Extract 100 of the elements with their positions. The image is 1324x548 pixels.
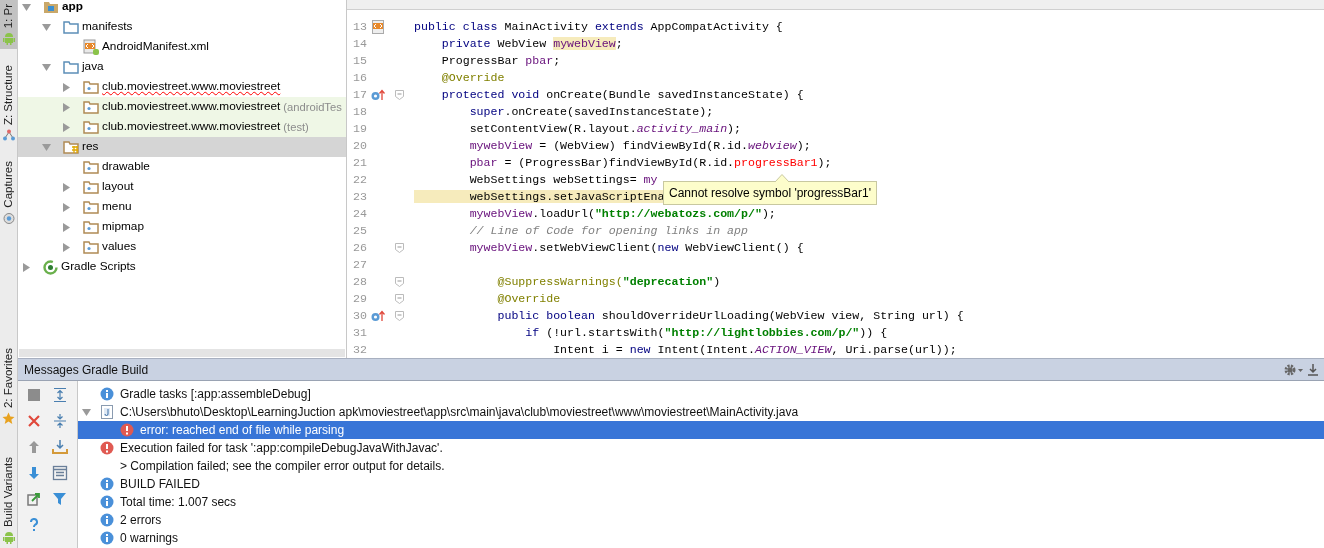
horizontal-scrollbar[interactable] xyxy=(19,349,345,357)
override-marker-icon[interactable] xyxy=(371,309,385,322)
line-number: 17 xyxy=(352,86,367,103)
tree-item[interactable]: values xyxy=(18,237,346,257)
gradle-icon xyxy=(43,259,58,275)
package-folder-icon xyxy=(83,120,99,134)
tree-item-label: menu xyxy=(102,198,132,216)
hide-panel-icon[interactable] xyxy=(1308,363,1318,376)
tree-item[interactable]: club.moviestreet.www.moviestreet (androidTes xyxy=(18,97,346,117)
tree-item[interactable]: Gradle Scripts xyxy=(18,257,346,277)
fold-marker-icon[interactable] xyxy=(394,310,404,321)
file-marker-icon[interactable] xyxy=(372,19,384,34)
message-text: 2 errors xyxy=(120,512,162,529)
code-line: if (!url.startsWith("http://lightlobbies.com/p/")) { xyxy=(524,324,888,341)
message-row[interactable]: Gradle tasks [:app:assembleDebug] xyxy=(78,385,1324,403)
package-folder-icon xyxy=(83,80,99,94)
java-file-icon xyxy=(101,405,113,419)
message-row[interactable]: error: reached end of file while parsing xyxy=(78,421,1324,439)
panel-title: Messages Gradle Build xyxy=(24,361,149,379)
tree-item[interactable]: AndroidManifest.xml xyxy=(18,37,346,57)
close-icon[interactable] xyxy=(26,413,42,429)
line-number: 19 xyxy=(352,120,367,137)
tooltip-pointer-icon xyxy=(775,174,789,182)
collapsed-arrow-icon[interactable] xyxy=(22,262,31,272)
export-icon[interactable] xyxy=(26,491,42,507)
tool-window-tab[interactable]: 2: Favorites xyxy=(0,343,17,429)
code-line: public class MainActivity extends AppCompatActivity { xyxy=(414,18,783,35)
message-text: > Compilation failed; see the compiler error output for details. xyxy=(120,458,445,475)
message-text: Gradle tasks [:app:assembleDebug] xyxy=(120,386,311,403)
line-number: 26 xyxy=(352,239,367,256)
line-number: 21 xyxy=(352,154,367,171)
tree-item-label: Gradle Scripts xyxy=(61,258,136,276)
expanded-arrow-icon[interactable] xyxy=(42,22,51,32)
message-row[interactable]: 0 warnings xyxy=(78,529,1324,547)
tool-window-tab[interactable]: 1: Pr xyxy=(0,0,17,50)
override-marker-icon[interactable] xyxy=(371,88,385,101)
line-number: 32 xyxy=(352,341,367,358)
error-icon xyxy=(120,423,134,437)
tree-item[interactable]: app xyxy=(18,0,346,17)
line-number: 29 xyxy=(352,290,367,307)
download-icon[interactable] xyxy=(52,439,68,455)
tree-item[interactable]: club.moviestreet.www.moviestreet (test) xyxy=(18,117,346,137)
tree-item-label: mipmap xyxy=(102,218,144,236)
package-folder-icon xyxy=(83,180,99,194)
line-number: 31 xyxy=(352,324,367,341)
tree-item-label: res xyxy=(82,138,99,156)
tree-item[interactable]: res xyxy=(18,137,346,157)
message-row[interactable]: Total time: 1.007 secs xyxy=(78,493,1324,511)
code-line: @Override xyxy=(496,290,561,307)
expanded-arrow-icon[interactable] xyxy=(42,142,51,152)
fold-marker-icon[interactable] xyxy=(394,293,404,304)
collapse-all-icon[interactable] xyxy=(52,413,68,429)
message-row[interactable]: BUILD FAILED xyxy=(78,475,1324,493)
tree-item[interactable]: layout xyxy=(18,177,346,197)
settings-icon[interactable] xyxy=(1284,363,1304,376)
line-number: 27 xyxy=(352,256,367,273)
expanded-arrow-icon[interactable] xyxy=(42,62,51,72)
message-text: C:\Users\bhuto\Desktop\LearningJuction apk\moviestreet\app\src\main\java\club\moviestreet\www\moviestreet\MainActivity.java xyxy=(120,404,799,421)
code-line: super.onCreate(savedInstanceState); xyxy=(468,103,714,120)
code-line: private WebView mywebView; xyxy=(440,35,623,52)
code-line: ProgressBar pbar; xyxy=(440,52,561,69)
fold-marker-icon[interactable] xyxy=(394,276,404,287)
tree-item-label: values xyxy=(102,238,137,256)
code-line: WebSettings webSettings= my xyxy=(468,171,658,188)
tree-item[interactable]: manifests xyxy=(18,17,346,37)
package-folder-icon xyxy=(83,240,99,254)
expanded-arrow-icon[interactable] xyxy=(82,407,91,417)
tree-item[interactable]: java xyxy=(18,57,346,77)
folder-icon xyxy=(63,60,79,74)
tree-item[interactable]: drawable xyxy=(18,157,346,177)
code-line: protected void onCreate(Bundle savedInstanceState) { xyxy=(440,86,804,103)
stop-icon[interactable] xyxy=(26,387,42,403)
expand-all-icon[interactable] xyxy=(52,387,68,403)
line-number: 13 xyxy=(352,18,367,35)
fold-marker-icon[interactable] xyxy=(394,242,404,253)
star-icon xyxy=(2,411,15,425)
tree-item-label: java xyxy=(82,58,104,76)
tool-window-tab[interactable]: Captures xyxy=(0,157,17,229)
tree-item[interactable]: club.moviestreet.www.moviestreet xyxy=(18,77,346,97)
tree-item-label: drawable xyxy=(102,158,150,176)
tool-window-tab[interactable]: Build Variants xyxy=(0,452,17,548)
line-number: 16 xyxy=(352,69,367,86)
tree-item[interactable]: mipmap xyxy=(18,217,346,237)
expanded-arrow-icon[interactable] xyxy=(22,2,31,12)
package-folder-icon xyxy=(83,220,99,234)
tree-item[interactable]: menu xyxy=(18,197,346,217)
message-row[interactable]: Execution failed for task ':app:compileDebugJavaWithJavac'. > Compilation failed; see the compiler error output for details. xyxy=(78,439,1324,475)
line-number: 23 xyxy=(352,188,367,205)
filter-icon[interactable] xyxy=(52,491,68,507)
captures-icon xyxy=(2,212,15,225)
panel-icon[interactable] xyxy=(52,465,68,481)
message-row[interactable]: 2 errors xyxy=(78,511,1324,529)
error-icon xyxy=(100,441,114,455)
tool-window-tab[interactable]: Z: Structure xyxy=(0,61,17,146)
message-text: 0 warnings xyxy=(120,530,179,547)
message-row[interactable]: C:\Users\bhuto\Desktop\LearningJuction apk\moviestreet\app\src\main\java\club\moviestreet\www\moviestreet\MainActivity.java xyxy=(78,403,1324,421)
package-folder-icon xyxy=(83,160,99,174)
fold-marker-icon[interactable] xyxy=(394,89,404,100)
tree-item-label: manifests xyxy=(82,18,133,36)
tree-item-label: AndroidManifest.xml xyxy=(102,38,209,56)
